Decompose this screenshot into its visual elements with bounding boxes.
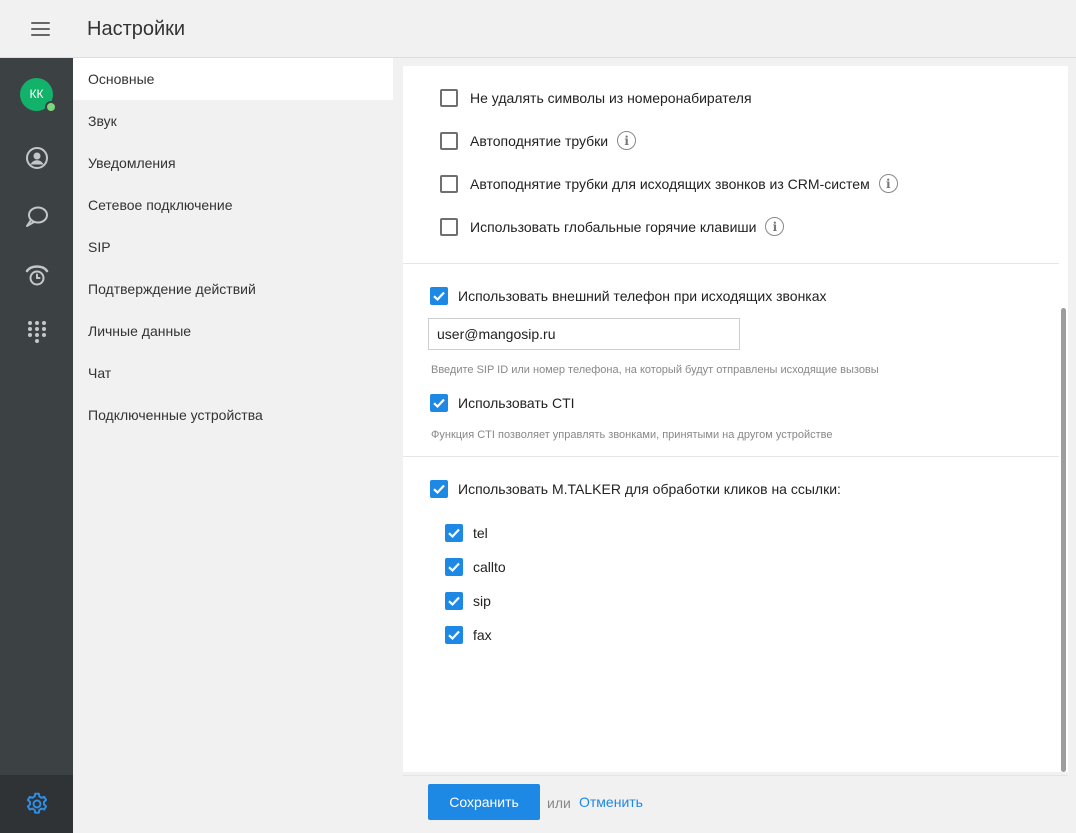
chat-icon[interactable] [0,189,73,245]
option-label: Использовать CTI [458,395,575,411]
menu-item-chat[interactable]: Чат [73,352,393,394]
menu-item-connected-devices[interactable]: Подключенные устройства [73,394,393,436]
option-auto-answer-crm[interactable]: Автоподнятие трубки для исходящих звонко… [440,174,898,193]
protocol-callto[interactable]: callto [445,558,506,576]
option-global-hotkeys[interactable]: Использовать глобальные горячие клавиши … [440,217,785,236]
option-auto-answer[interactable]: Автоподнятие трубки i [440,131,637,150]
dialpad-icon[interactable] [0,303,73,359]
footer-actions: Сохранить или Отменить [403,775,1068,825]
avatar-initials: КК [29,87,44,101]
page-title: Настройки [87,18,186,40]
menu-item-general[interactable]: Основные [73,58,393,100]
checkbox-checked[interactable] [430,480,448,498]
menu-item-personal-data[interactable]: Личные данные [73,310,393,352]
settings-menu: Основные Звук Уведомления Сетевое подклю… [73,58,393,833]
hamburger-menu-icon[interactable] [20,16,60,42]
option-cti[interactable]: Использовать CTI [430,394,575,412]
info-icon[interactable]: i [878,174,898,193]
option-label: Использовать глобальные горячие клавиши [470,218,757,235]
or-text: или [547,795,571,811]
save-button[interactable]: Сохранить [428,784,540,820]
option-no-delete-symbols[interactable]: Не удалять символы из номеронабирателя [440,89,752,107]
divider [403,263,1059,264]
menu-item-confirmations[interactable]: Подтверждение действий [73,268,393,310]
avatar-button[interactable]: КК [0,66,73,122]
protocol-label: sip [473,593,491,609]
header: Настройки [0,0,1076,58]
avatar: КК [20,77,57,113]
info-icon[interactable]: i [617,131,637,150]
protocol-label: callto [473,559,506,575]
option-label: Автоподнятие трубки [470,132,609,149]
checkbox[interactable] [440,217,458,236]
checkbox[interactable] [440,174,458,193]
external-phone-hint: Введите SIP ID или номер телефона, на ко… [431,364,879,376]
checkbox-checked[interactable] [445,626,463,644]
checkbox-checked[interactable] [430,287,448,305]
checkbox-checked[interactable] [445,524,463,542]
checkbox[interactable] [440,131,458,150]
settings-gear-icon[interactable] [0,775,73,833]
menu-item-sound[interactable]: Звук [73,100,393,142]
option-label: Использовать M.TALKER для обработки клик… [458,481,841,497]
option-mtalker-links[interactable]: Использовать M.TALKER для обработки клик… [430,480,841,498]
cti-hint: Функция CTI позволяет управлять звонками… [431,429,833,441]
menu-item-sip[interactable]: SIP [73,226,393,268]
checkbox-checked[interactable] [445,592,463,610]
info-icon[interactable]: i [765,217,785,236]
protocol-fax[interactable]: fax [445,626,492,644]
contacts-icon[interactable] [0,130,73,186]
presence-status-icon [45,100,57,113]
app-window: Настройки КК Основные Звук Уведомления С… [0,0,1076,833]
cancel-link[interactable]: Отменить [579,794,643,810]
option-label: Не удалять символы из номеронабирателя [470,90,752,106]
checkbox[interactable] [440,89,458,107]
menu-item-network[interactable]: Сетевое подключение [73,184,393,226]
option-label: Использовать внешний телефон при исходящ… [458,288,827,304]
protocol-label: fax [473,627,492,643]
external-phone-input[interactable] [428,318,740,350]
call-history-icon[interactable] [0,247,73,303]
content-scrollbar[interactable] [1061,308,1066,772]
checkbox-checked[interactable] [430,394,448,412]
protocol-label: tel [473,525,488,541]
checkbox-checked[interactable] [445,558,463,576]
option-external-phone[interactable]: Использовать внешний телефон при исходящ… [430,287,827,305]
icon-rail: КК [0,58,73,833]
settings-content: Не удалять символы из номеронабирателя А… [403,66,1068,772]
protocol-tel[interactable]: tel [445,524,488,542]
option-label: Автоподнятие трубки для исходящих звонко… [470,175,870,192]
divider [403,456,1059,457]
protocol-sip[interactable]: sip [445,592,491,610]
menu-item-notifications[interactable]: Уведомления [73,142,393,184]
